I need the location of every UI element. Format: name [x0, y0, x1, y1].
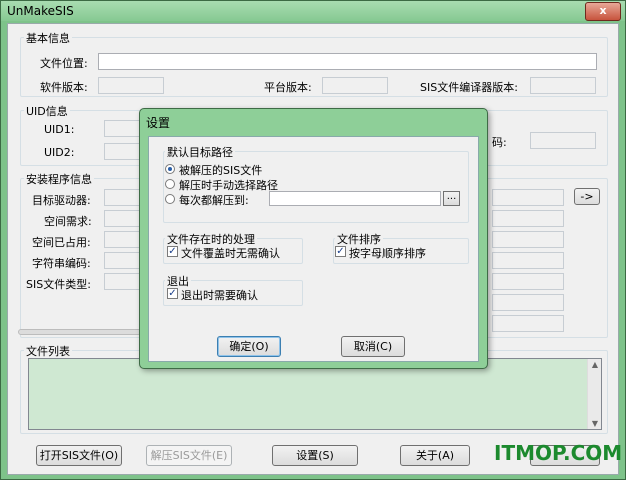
sis-type-label: SIS文件类型: [26, 278, 91, 291]
software-version-label: 软件版本: [40, 81, 88, 94]
right-field-5 [492, 273, 564, 290]
target-drive-field [104, 189, 144, 206]
code-field [530, 132, 596, 149]
uid1-field [104, 120, 144, 137]
file-location-field[interactable] [98, 53, 597, 70]
default-path-label: 默认目标路径 [165, 144, 235, 160]
string-encoding-label: 字符串编码: [32, 257, 91, 270]
compiler-version-label: SIS文件编译器版本: [420, 81, 518, 94]
cancel-button[interactable]: 取消(C) [341, 336, 405, 357]
right-field-4 [492, 252, 564, 269]
compiler-version-field [530, 77, 596, 94]
radio-sis-location-label[interactable]: 被解压的SIS文件 [179, 162, 262, 178]
uid2-label: UID2: [44, 146, 75, 159]
horizontal-scrollbar[interactable] [18, 329, 142, 335]
partial-code-label: 码: [492, 136, 507, 149]
space-used-field [104, 231, 144, 248]
dialog-title: 设置 [146, 116, 171, 130]
open-sis-button[interactable]: 打开SIS文件(O) [36, 445, 122, 466]
uid-info-label: UID信息 [24, 103, 70, 119]
fixed-path-input[interactable] [269, 191, 441, 206]
radio-manual-path[interactable] [165, 179, 175, 189]
title-bar[interactable]: UnMakeSIS x [1, 1, 625, 21]
dialog-client-area: 默认目标路径 被解压的SIS文件 解压时手动选择路径 每次都解压到: ... 文… [148, 136, 479, 362]
uid1-label: UID1: [44, 123, 75, 136]
ok-button[interactable]: 确定(O) [217, 336, 281, 357]
exit-confirm-checkbox[interactable]: ✓ [167, 288, 178, 299]
right-field-1 [492, 189, 564, 206]
right-field-2 [492, 210, 564, 227]
install-info-label: 安装程序信息 [24, 171, 94, 187]
right-field-7 [492, 315, 564, 332]
space-required-field [104, 210, 144, 227]
settings-button[interactable]: 设置(S) [272, 445, 358, 466]
sis-type-field [104, 273, 144, 290]
scroll-down-icon[interactable]: ▼ [588, 419, 602, 428]
extract-sis-button[interactable]: 解压SIS文件(E) [146, 445, 232, 466]
window-title: UnMakeSIS [7, 4, 74, 18]
watermark-logo: ITMOP.COM [494, 441, 623, 465]
right-field-6 [492, 294, 564, 311]
radio-sis-location[interactable] [165, 164, 175, 174]
scroll-up-icon[interactable]: ▲ [588, 360, 602, 369]
space-used-label: 空间已占用: [32, 236, 91, 249]
file-list-scrollbar[interactable]: ▲ ▼ [587, 359, 601, 429]
platform-version-label: 平台版本: [264, 81, 312, 94]
browse-button[interactable]: ... [443, 191, 460, 206]
sort-checkbox[interactable]: ✓ [335, 246, 346, 257]
exit-confirm-label[interactable]: 退出时需要确认 [181, 287, 258, 303]
close-icon: x [599, 4, 607, 17]
file-location-label: 文件位置: [40, 57, 88, 70]
file-list-label: 文件列表 [24, 343, 72, 359]
radio-manual-path-label[interactable]: 解压时手动选择路径 [179, 177, 278, 193]
space-required-label: 空间需求: [44, 215, 92, 228]
uid2-field [104, 143, 144, 160]
arrow-right-icon: -> [580, 190, 594, 203]
settings-dialog: 设置 默认目标路径 被解压的SIS文件 解压时手动选择路径 每次都解压到: ..… [139, 108, 488, 369]
about-button[interactable]: 关于(A) [400, 445, 470, 466]
arrow-button[interactable]: -> [574, 188, 600, 205]
platform-version-field [322, 77, 388, 94]
radio-fixed-path[interactable] [165, 194, 175, 204]
sort-label[interactable]: 按字母顺序排序 [349, 245, 426, 261]
overwrite-label[interactable]: 文件覆盖时无需确认 [181, 245, 280, 261]
right-field-3 [492, 231, 564, 248]
close-button[interactable]: x [585, 2, 621, 21]
radio-fixed-path-label[interactable]: 每次都解压到: [179, 192, 249, 208]
target-drive-label: 目标驱动器: [32, 194, 91, 207]
string-encoding-field [104, 252, 144, 269]
software-version-field [98, 77, 164, 94]
overwrite-checkbox[interactable]: ✓ [167, 246, 178, 257]
basic-info-label: 基本信息 [24, 30, 72, 46]
